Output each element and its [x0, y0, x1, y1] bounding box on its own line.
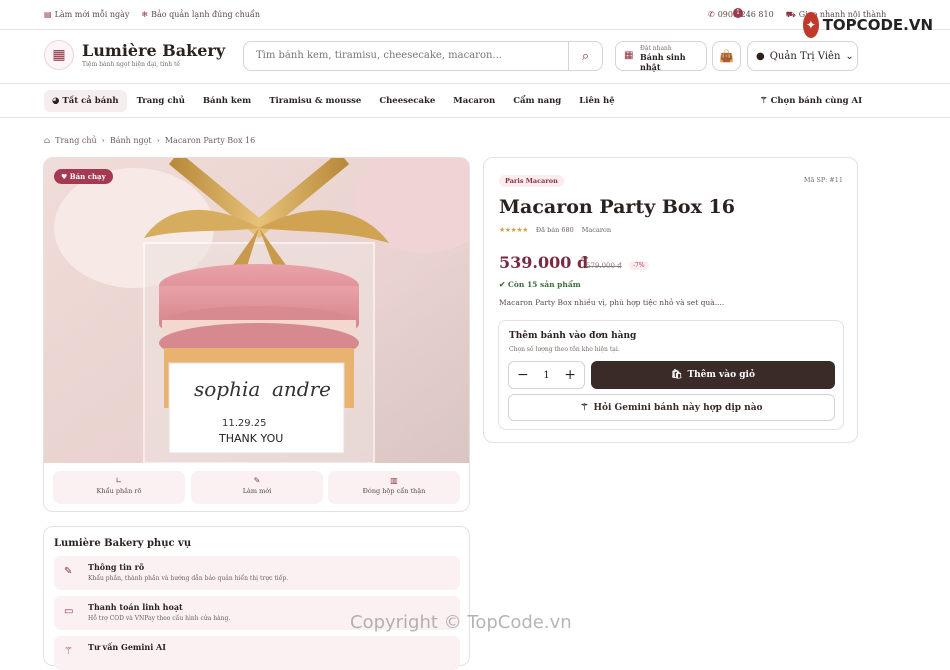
quick-order-button[interactable]: ▦ Đặt nhanh Bánh sinh nhật — [615, 41, 707, 72]
add-title: Thêm bánh vào đơn hàng — [509, 331, 637, 341]
credit-card-icon: ▭ — [64, 606, 74, 617]
rating-stars: ★★★★★ — [499, 226, 528, 234]
quantity-stepper: − 1 + — [508, 361, 585, 389]
product-price: 539.000 đ — [499, 253, 589, 272]
product-meta: ★★★★★ Đã bán 680 Macaron — [499, 226, 611, 234]
image-watermark: TopCode.vn — [234, 403, 339, 424]
nav-home[interactable]: Trang chủ — [129, 90, 193, 112]
nav-ai-picker[interactable]: ⚚ Chọn bánh cùng AI — [760, 96, 862, 106]
whisk-icon: ✎ — [253, 476, 261, 485]
decrease-button[interactable]: − — [517, 367, 529, 383]
shopping-bag-icon: 👜 — [719, 49, 734, 63]
user-menu[interactable]: ● Quản Trị Viên ⌄ — [747, 41, 858, 71]
add-subtitle: Chọn số lượng theo tồn kho hiện tại. — [509, 346, 620, 353]
search-box: ⌕ — [243, 41, 603, 71]
nav-cream-cake[interactable]: Bánh kem — [195, 90, 259, 112]
service-title: Lumière Bakery phục vụ — [54, 538, 192, 549]
product-category: Macaron — [581, 226, 612, 234]
service-section: Lumière Bakery phục vụ ✎ Thông tin rõ Kh… — [43, 526, 470, 670]
chevron-down-icon: ⌄ — [845, 50, 854, 62]
quick-order-small: Đặt nhanh — [640, 45, 672, 52]
service-item-title: Thanh toán linh hoạt — [88, 602, 183, 612]
shopping-bag-icon: 🛍 — [671, 370, 683, 380]
heart-icon: ♥ — [61, 172, 70, 181]
home-icon: ⌂ — [44, 136, 51, 145]
brand-tagline: Tiệm bánh ngọt hiện đại, tinh tế — [82, 61, 181, 68]
check-circle-icon: ✔ — [499, 280, 508, 289]
search-button[interactable]: ⌕ — [568, 42, 602, 70]
product-photo[interactable]: sophia andre 11.29.25 THANK YOU ♥ Bán ch… — [44, 158, 469, 463]
breadcrumb-category[interactable]: Bánh ngọt — [110, 136, 152, 145]
ruler-icon: ∟ — [115, 476, 123, 485]
service-item-title: Tư vấn Gemini AI — [88, 642, 167, 652]
page-watermark: Copyright © TopCode.vn — [350, 612, 572, 633]
product-gallery: sophia andre 11.29.25 THANK YOU ♥ Bán ch… — [43, 157, 470, 512]
feature-packaging: ▥ Đóng hộp cẩn thận — [328, 471, 460, 504]
nav-all-cakes[interactable]: ◕ Tất cả bánh — [44, 90, 127, 112]
cookie-icon: ◕ — [52, 96, 63, 106]
increase-button[interactable]: + — [564, 367, 576, 383]
product-panel: Paris Macaron Mã SP: #11 Macaron Party B… — [483, 157, 858, 443]
feature-portion: ∟ Khẩu phần rõ — [53, 471, 185, 504]
breadcrumb-home[interactable]: Trang chủ — [55, 136, 97, 145]
quick-order-label: Bánh sinh nhật — [640, 52, 686, 72]
nav-guide[interactable]: Cẩm nang — [505, 90, 569, 112]
nav-cheesecake[interactable]: Cheesecake — [371, 90, 443, 112]
nav-macaron[interactable]: Macaron — [445, 90, 503, 112]
breadcrumb-current: Macaron Party Box 16 — [164, 136, 256, 145]
product-title: Macaron Party Box 16 — [499, 196, 735, 218]
quantity-value[interactable]: 1 — [543, 370, 549, 381]
bestseller-badge: ♥ Bán chạy — [54, 169, 113, 184]
magic-wand-icon: ⚚ — [64, 646, 73, 657]
cake-logo-icon[interactable]: ▦ — [44, 40, 74, 70]
discount-badge: -7% — [629, 261, 649, 270]
main-nav: ◕ Tất cả bánh Trang chủ Bánh kem Tiramis… — [0, 84, 950, 118]
card-name-right: andre — [272, 377, 331, 401]
service-item-desc: Hỗ trợ COD và VNPay theo cấu hình cửa hà… — [88, 615, 231, 622]
breadcrumb: ⌂ Trang chủ › Bánh ngọt › Macaron Party … — [44, 136, 255, 145]
truck-icon: ⛟ — [785, 10, 796, 19]
cart-count-badge: 1 — [733, 8, 743, 18]
header: ▦ Lumière Bakery Tiệm bánh ngọt hiện đại… — [0, 30, 950, 84]
breadcrumb-separator: › — [101, 136, 105, 145]
top-info-cold: ❄ Bảo quản lạnh đúng chuẩn — [141, 10, 260, 19]
product-description: Macaron Party Box nhiều vị, phù hợp tiệc… — [499, 298, 725, 307]
brand-name[interactable]: Lumière Bakery — [82, 41, 225, 60]
stock-status: ✔ Còn 15 sản phẩm — [499, 280, 581, 289]
card-name-left: sophia — [194, 377, 260, 401]
search-input[interactable] — [256, 50, 556, 61]
category-tag[interactable]: Paris Macaron — [499, 175, 564, 187]
user-name: Quản Trị Viên — [769, 50, 841, 62]
search-icon: ⌕ — [581, 48, 590, 64]
card-thankyou: THANK YOU — [218, 432, 283, 445]
gift-icon: ▤ — [44, 10, 52, 19]
service-item-title: Thông tin rõ — [88, 562, 145, 572]
add-to-cart-button[interactable]: 🛍 Thêm vào giỏ — [591, 361, 835, 389]
cart-button[interactable]: 👜 — [712, 41, 741, 71]
magic-wand-icon: ⚚ — [760, 96, 771, 106]
magic-wand-icon: ⚚ — [580, 402, 589, 413]
phone-icon: ✆ — [708, 10, 715, 19]
user-icon: ● — [756, 50, 765, 62]
nav-tiramisu[interactable]: Tiramisu & mousse — [261, 90, 369, 112]
sold-count: Đã bán 680 — [535, 226, 574, 234]
service-item-info: ✎ Thông tin rõ Khẩu phần, thành phần và … — [54, 556, 460, 590]
service-item-gemini: ⚚ Tư vấn Gemini AI — [54, 636, 460, 670]
pencil-icon: ✎ — [64, 566, 73, 577]
breadcrumb-separator: › — [156, 136, 160, 145]
feature-fresh: ✎ Làm mới — [191, 471, 323, 504]
top-info-fresh: ▤ Làm mới mỗi ngày — [44, 10, 130, 19]
cake-icon: ▦ — [624, 50, 634, 61]
nav-contact[interactable]: Liên hệ — [571, 90, 622, 112]
service-item-desc: Khẩu phần, thành phần và hướng dẫn bảo q… — [88, 575, 289, 582]
gift-icon: ▥ — [390, 476, 398, 485]
ask-gemini-button[interactable]: ⚚ Hỏi Gemini bánh này hợp dịp nào — [508, 394, 835, 421]
old-price: 579.000 đ — [586, 262, 622, 270]
snowflake-icon: ❄ — [141, 10, 149, 19]
product-sku: Mã SP: #11 — [803, 176, 843, 184]
add-to-order-box: Thêm bánh vào đơn hàng Chọn số lượng the… — [498, 320, 844, 430]
